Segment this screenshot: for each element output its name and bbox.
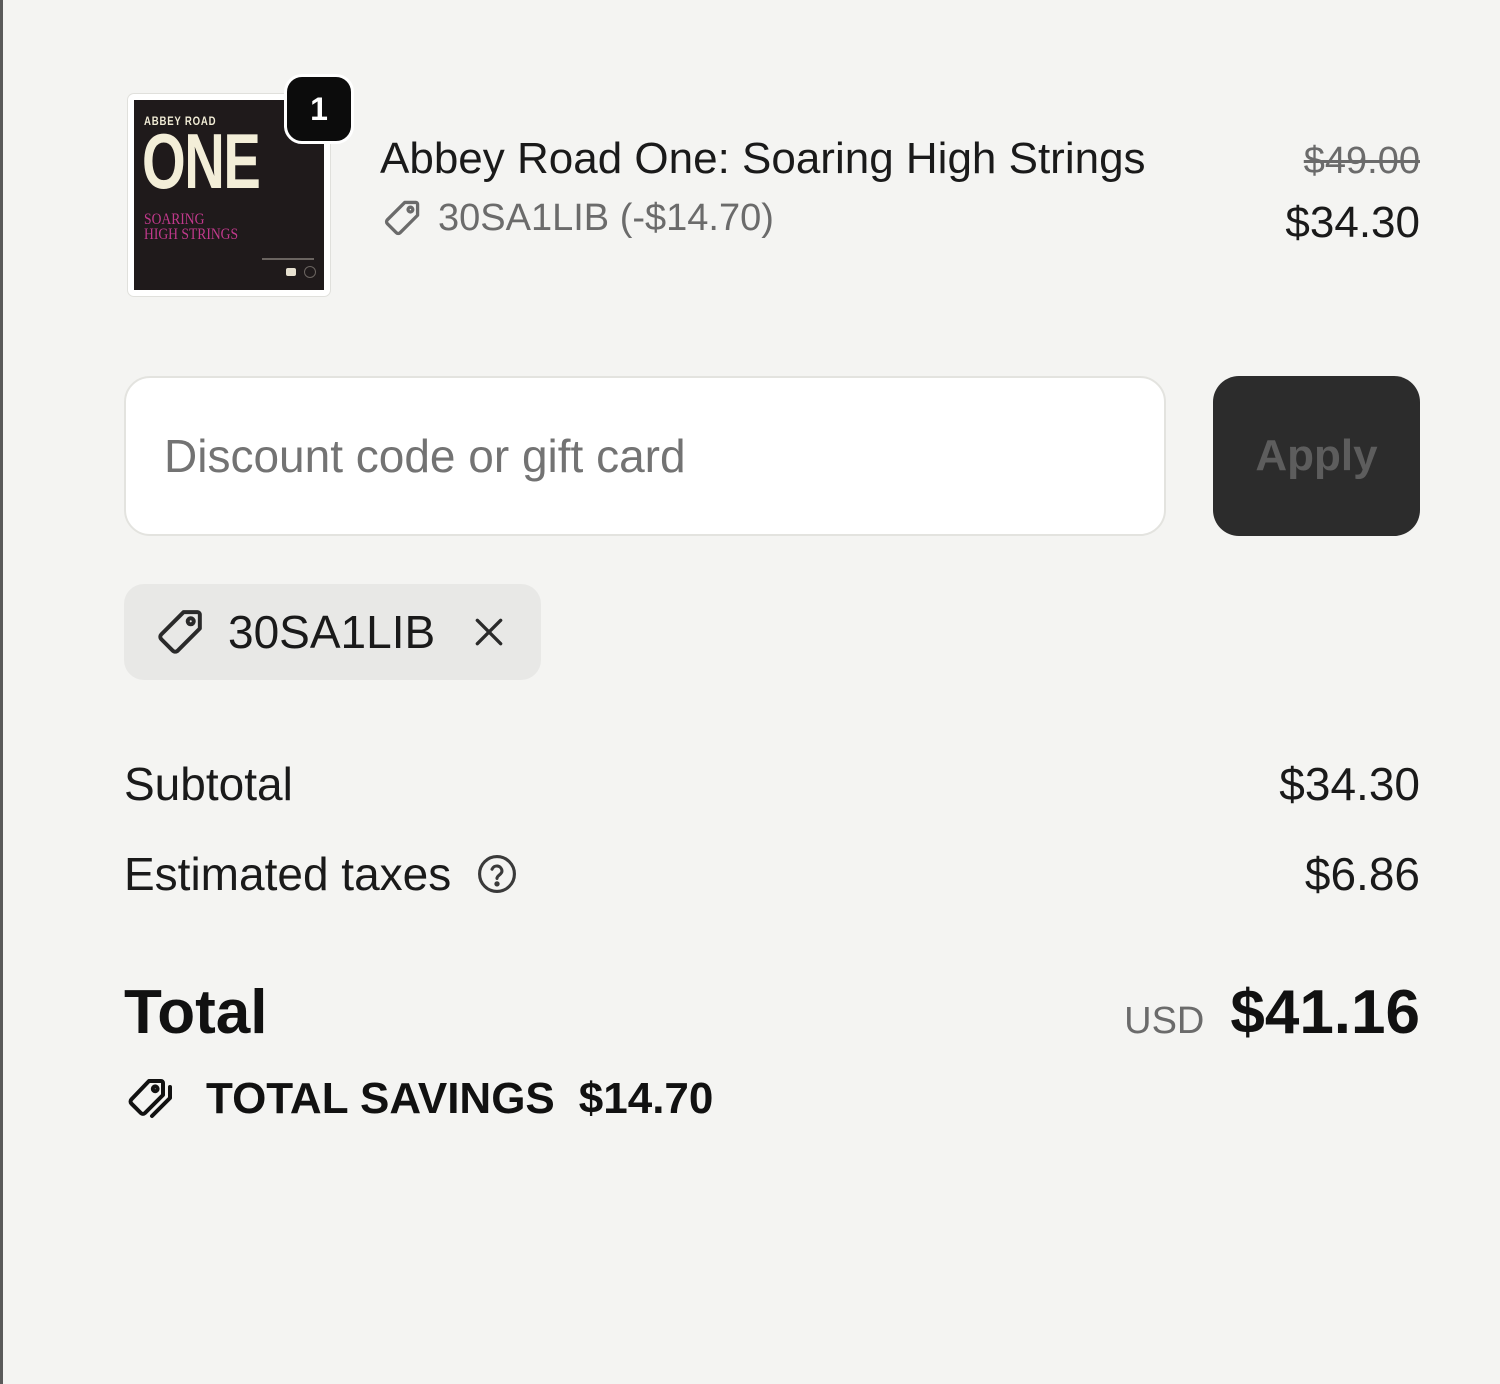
applied-discount-chip: 30SA1LIB <box>124 584 542 680</box>
panel-left-border <box>0 0 3 1384</box>
album-art-subtitle: SOARING HIGH STRINGS <box>144 211 239 243</box>
total-savings: TOTAL SAVINGS $14.70 <box>124 1074 713 1124</box>
discounted-price: $34.30 <box>1285 198 1420 247</box>
total-value: $41.16 <box>1230 977 1420 1047</box>
product-title: Abbey Road One: Soaring High Strings <box>380 134 1146 183</box>
tag-icon <box>152 604 208 660</box>
subtotal-label: Subtotal <box>124 758 293 810</box>
album-art-divider <box>262 258 314 260</box>
original-price: $49.00 <box>1303 140 1420 182</box>
total-amount-group: USD $41.16 <box>1124 977 1420 1048</box>
line-item-discount: 30SA1LIB (-$14.70) <box>380 196 774 240</box>
apply-button[interactable]: Apply <box>1213 376 1420 536</box>
currency-code: USD <box>1124 999 1205 1042</box>
taxes-label: Estimated taxes <box>124 848 452 900</box>
subtotal-value: $34.30 <box>1279 758 1420 810</box>
total-savings-text: TOTAL SAVINGS $14.70 <box>206 1074 713 1124</box>
taxes-value: $6.86 <box>1304 848 1420 900</box>
album-art-subtitle-line2: HIGH STRINGS <box>144 226 239 243</box>
total-label: Total <box>124 977 268 1047</box>
taxes-label-group: Estimated taxes <box>124 847 519 901</box>
line-item-discount-text: 30SA1LIB (-$14.70) <box>438 196 774 239</box>
quantity-badge: 1 <box>284 74 354 144</box>
album-art-title: ONE <box>142 117 261 205</box>
line-item: ABBEY ROAD ONE SOARING HIGH STRINGS 1 Ab… <box>124 74 1420 300</box>
help-icon[interactable] <box>475 852 519 896</box>
total-savings-label: TOTAL SAVINGS <box>206 1074 555 1123</box>
double-tag-icon <box>124 1075 180 1123</box>
tag-icon <box>380 196 424 240</box>
total-row: Total USD $41.16 <box>124 972 1420 1052</box>
applied-discount-code: 30SA1LIB <box>228 606 436 658</box>
subtotal-row: Subtotal $34.30 <box>124 752 1420 816</box>
album-art-circle-icon <box>304 266 316 278</box>
taxes-row: Estimated taxes $6.86 <box>124 842 1420 906</box>
album-art-subtitle-line1: SOARING <box>144 211 205 228</box>
album-art-logo-icon <box>286 268 296 276</box>
remove-discount-close-icon[interactable] <box>469 612 509 652</box>
discount-code-input[interactable] <box>124 376 1166 536</box>
total-savings-value: $14.70 <box>578 1074 714 1123</box>
product-thumbnail: ABBEY ROAD ONE SOARING HIGH STRINGS 1 <box>128 74 354 296</box>
